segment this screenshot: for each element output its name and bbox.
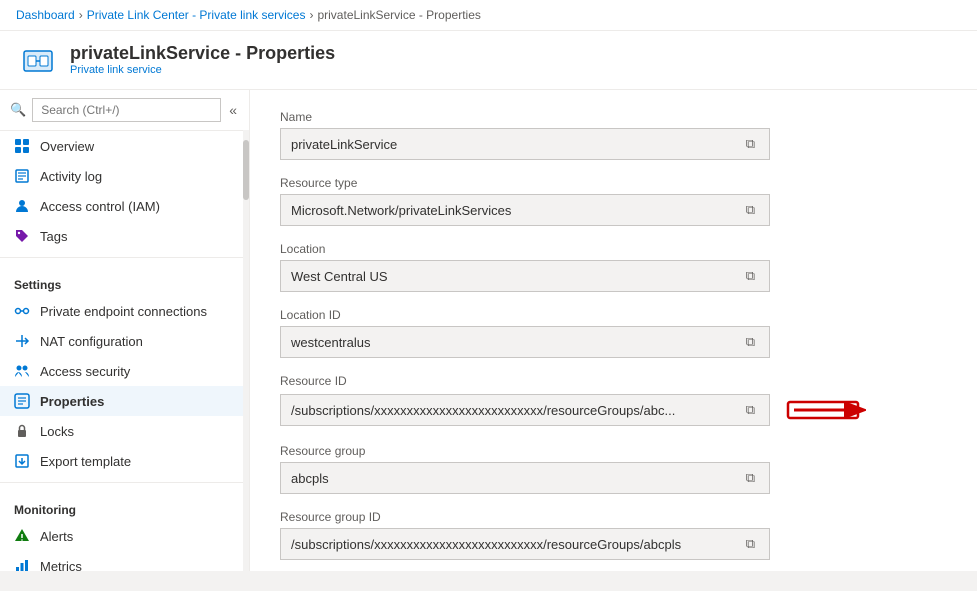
location-value: West Central US — [291, 269, 742, 284]
sidebar-item-locks[interactable]: Locks — [0, 416, 249, 446]
breadcrumb-private-link[interactable]: Private Link Center - Private link servi… — [87, 8, 306, 22]
resource-group-value-box: abcpls ⧉ — [280, 462, 770, 494]
sidebar-item-locks-label: Locks — [40, 424, 74, 439]
property-location-id: Location ID westcentralus ⧉ — [280, 308, 947, 358]
property-name: Name privateLinkService ⧉ — [280, 110, 947, 160]
sidebar-item-properties-label: Properties — [40, 394, 104, 409]
scrollbar-thumb — [243, 140, 249, 200]
sidebar-scrollbar — [243, 130, 249, 571]
red-arrow-indicator — [786, 392, 866, 428]
sidebar-item-export-label: Export template — [40, 454, 131, 469]
resource-id-value-box: /subscriptions/xxxxxxxxxxxxxxxxxxxxxxxxx… — [280, 394, 770, 426]
private-endpoint-icon — [14, 303, 30, 319]
breadcrumb-current: privateLinkService - Properties — [317, 8, 480, 22]
monitoring-divider — [0, 482, 249, 483]
sidebar-item-overview-label: Overview — [40, 139, 94, 154]
location-id-copy-button[interactable]: ⧉ — [742, 332, 759, 352]
page-header: privateLinkService - Properties Private … — [0, 31, 977, 90]
search-input[interactable] — [32, 98, 221, 122]
sidebar-item-access-control[interactable]: Access control (IAM) — [0, 191, 249, 221]
sidebar: 🔍 « Overview — [0, 90, 250, 571]
export-icon — [14, 453, 30, 469]
location-copy-button[interactable]: ⧉ — [742, 266, 759, 286]
sidebar-item-export[interactable]: Export template — [0, 446, 249, 476]
sidebar-item-iam-label: Access control (IAM) — [40, 199, 160, 214]
resource-id-label: Resource ID — [280, 374, 947, 388]
name-label: Name — [280, 110, 947, 124]
resource-type-copy-button[interactable]: ⧉ — [742, 200, 759, 220]
metrics-icon — [14, 558, 30, 571]
search-icon: 🔍 — [10, 102, 26, 118]
resource-group-copy-button[interactable]: ⧉ — [742, 468, 759, 488]
resource-group-id-value-box: /subscriptions/xxxxxxxxxxxxxxxxxxxxxxxxx… — [280, 528, 770, 560]
sidebar-item-overview[interactable]: Overview — [0, 131, 249, 161]
property-location: Location West Central US ⧉ — [280, 242, 947, 292]
sidebar-item-alerts-label: Alerts — [40, 529, 73, 544]
page-icon — [20, 43, 56, 79]
sidebar-item-access-security[interactable]: Access security — [0, 356, 249, 386]
page-subtitle: Private link service — [70, 64, 335, 76]
breadcrumb-sep-1: › — [79, 8, 83, 22]
property-resource-group: Resource group abcpls ⧉ — [280, 444, 947, 494]
resource-group-id-value: /subscriptions/xxxxxxxxxxxxxxxxxxxxxxxxx… — [291, 537, 742, 552]
sidebar-item-nat-label: NAT configuration — [40, 334, 143, 349]
name-value-box: privateLinkService ⧉ — [280, 128, 770, 160]
resource-type-value: Microsoft.Network/privateLinkServices — [291, 203, 742, 218]
property-resource-type: Resource type Microsoft.Network/privateL… — [280, 176, 947, 226]
sidebar-item-private-endpoint[interactable]: Private endpoint connections — [0, 296, 249, 326]
sidebar-item-tags[interactable]: Tags — [0, 221, 249, 251]
name-value: privateLinkService — [291, 137, 742, 152]
locks-icon — [14, 423, 30, 439]
sidebar-item-nat[interactable]: NAT configuration — [0, 326, 249, 356]
property-resource-id: Resource ID /subscriptions/xxxxxxxxxxxxx… — [280, 374, 947, 428]
location-id-label: Location ID — [280, 308, 947, 322]
sidebar-item-metrics-label: Metrics — [40, 559, 82, 572]
access-control-icon — [14, 198, 30, 214]
resource-id-copy-button[interactable]: ⧉ — [742, 400, 759, 420]
content-area: Name privateLinkService ⧉ Resource type … — [250, 90, 977, 571]
resource-group-id-copy-button[interactable]: ⧉ — [742, 534, 759, 554]
page-header-text: privateLinkService - Properties Private … — [70, 43, 335, 76]
sidebar-item-activity-log[interactable]: Activity log — [0, 161, 249, 191]
sidebar-item-properties[interactable]: Properties — [0, 386, 249, 416]
breadcrumb-sep-2: › — [309, 8, 313, 22]
resource-id-row: /subscriptions/xxxxxxxxxxxxxxxxxxxxxxxxx… — [280, 392, 947, 428]
page-title: privateLinkService - Properties — [70, 43, 335, 64]
settings-divider — [0, 257, 249, 258]
properties-icon — [14, 393, 30, 409]
nat-icon — [14, 333, 30, 349]
resource-group-label: Resource group — [280, 444, 947, 458]
location-id-value-box: westcentralus ⧉ — [280, 326, 770, 358]
breadcrumb: Dashboard › Private Link Center - Privat… — [0, 0, 977, 31]
sidebar-item-metrics[interactable]: Metrics — [0, 551, 249, 571]
settings-section-title: Settings — [0, 264, 249, 296]
name-copy-button[interactable]: ⧉ — [742, 134, 759, 154]
main-layout: 🔍 « Overview — [0, 90, 977, 571]
resource-group-id-label: Resource group ID — [280, 510, 947, 524]
overview-icon — [14, 138, 30, 154]
property-resource-group-id: Resource group ID /subscriptions/xxxxxxx… — [280, 510, 947, 560]
sidebar-item-access-security-label: Access security — [40, 364, 130, 379]
location-label: Location — [280, 242, 947, 256]
sidebar-item-alerts[interactable]: Alerts — [0, 521, 249, 551]
breadcrumb-dashboard[interactable]: Dashboard — [16, 8, 75, 22]
sidebar-item-private-endpoint-label: Private endpoint connections — [40, 304, 207, 319]
sidebar-item-tags-label: Tags — [40, 229, 67, 244]
resource-type-value-box: Microsoft.Network/privateLinkServices ⧉ — [280, 194, 770, 226]
location-value-box: West Central US ⧉ — [280, 260, 770, 292]
sidebar-search-container: 🔍 « — [0, 90, 249, 131]
resource-type-label: Resource type — [280, 176, 947, 190]
activity-log-icon — [14, 168, 30, 184]
tags-icon — [14, 228, 30, 244]
monitoring-section-title: Monitoring — [0, 489, 249, 521]
location-id-value: westcentralus — [291, 335, 742, 350]
resource-id-value: /subscriptions/xxxxxxxxxxxxxxxxxxxxxxxxx… — [291, 403, 742, 418]
collapse-button[interactable]: « — [227, 100, 239, 120]
sidebar-item-activity-log-label: Activity log — [40, 169, 102, 184]
resource-group-value: abcpls — [291, 471, 742, 486]
alerts-icon — [14, 528, 30, 544]
access-security-icon — [14, 363, 30, 379]
